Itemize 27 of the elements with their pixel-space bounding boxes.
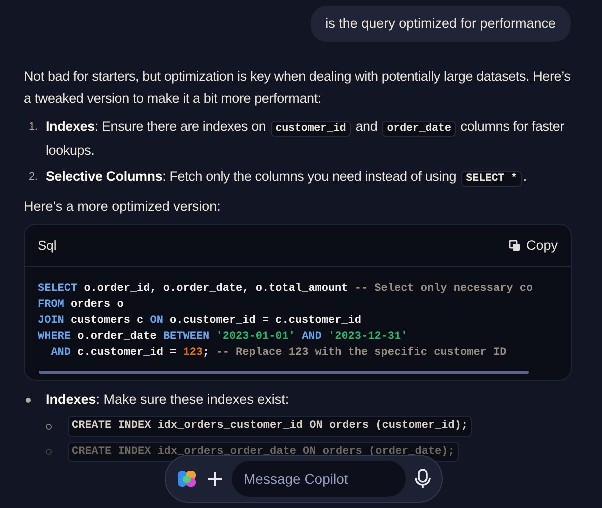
bullet	[26, 398, 31, 403]
code-line: JOIN customers c ON o.customer_id = c.customer_id	[38, 314, 362, 330]
language-label: Sql	[38, 237, 57, 255]
inline-code: customer_id	[270, 121, 352, 138]
inline-code: CREATE INDEX idx_orders_customer_id ON orders (customer_id);	[68, 416, 472, 437]
list-item-text: Indexes: Ensure there are indexes on customer_id and order_date columns for faster lookups.	[46, 118, 566, 160]
copy-icon	[509, 240, 522, 252]
list-item-text: Indexes: Make sure these indexes exist:	[46, 391, 290, 410]
user-message: is the query optimized for performance	[310, 6, 571, 42]
microphone-icon[interactable]	[414, 469, 432, 489]
message-input[interactable]: Message Copilot	[232, 461, 406, 497]
list-item-text: Selective Columns: Fetch only the columns you need instead of using SELECT * .	[46, 168, 527, 190]
code-line: FROM orders o	[38, 298, 125, 314]
logo-icon[interactable]	[176, 468, 198, 490]
list-number: 2.	[28, 170, 39, 186]
list-number: 1.	[28, 120, 39, 136]
bullet	[46, 424, 52, 430]
inline-code: order_date	[382, 121, 456, 138]
inline-code: SELECT *	[461, 171, 522, 188]
copy-button[interactable]: Copy	[509, 236, 558, 256]
code-line: AND c.customer_id = 123; -- Replace 123 with the specific customer ID	[50, 346, 508, 362]
code-line: WHERE o.order_date BETWEEN '2023-01-01' AND '2023-12-31'	[38, 330, 409, 346]
code-line: SELECT o.order_id, o.order_date, o.total_amount -- Select only necessary co	[38, 282, 534, 298]
response-paragraph: Not bad for starters, but optimization is key when dealing with potentially large datasets. Here’s a tweaked version to make it a bit more performant:	[24, 68, 572, 108]
response-paragraph: Here's a more optimized version:	[24, 198, 222, 216]
bullet	[46, 449, 52, 455]
plus-icon[interactable]	[206, 470, 224, 488]
